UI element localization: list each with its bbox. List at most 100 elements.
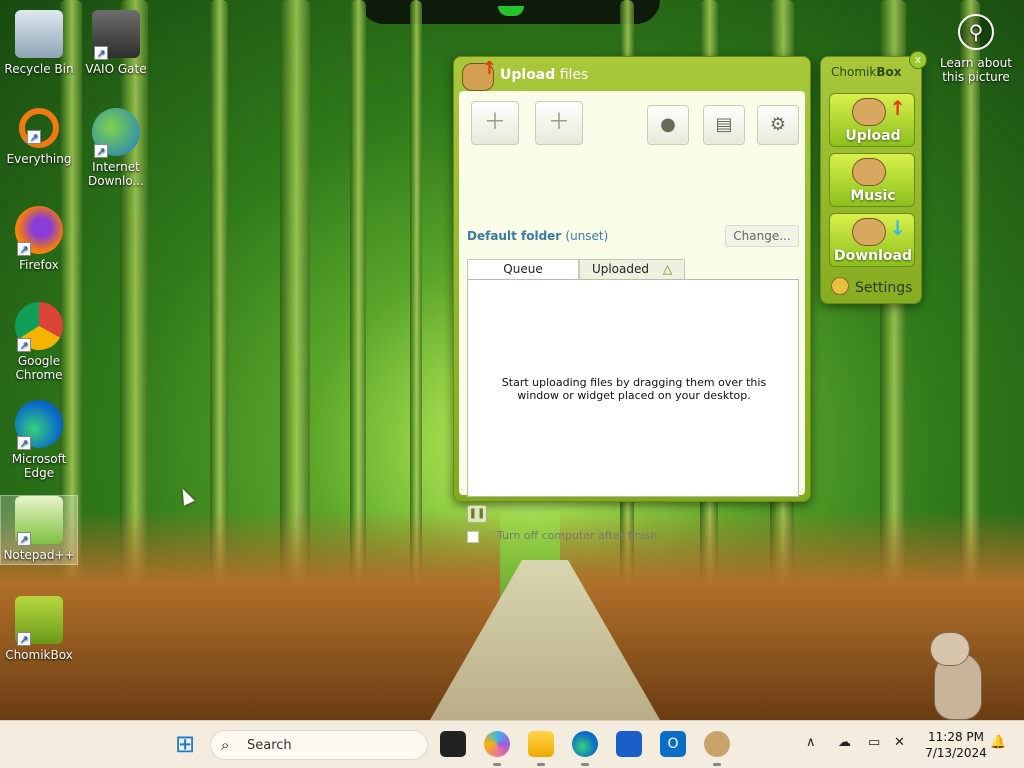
desktop-icon-label: Microsoft Edge [11,452,67,480]
taskbar-clock[interactable]: 11:28 PM 7/13/2024 [918,729,994,761]
chomikbox-logo-icon [462,58,497,91]
pause-button[interactable]: ❚❚ [467,505,487,523]
notifications-bell-icon[interactable]: 🔔 [990,735,1006,750]
chomikbox-widget[interactable]: ChomikBox x ↑ Upload Music ↓ Download Se… [820,51,927,304]
network-icon[interactable]: ▭ [868,735,880,750]
desktop-icon-internet-download-manager[interactable]: ↗ Internet Downlo... [78,108,154,188]
hamster-icon [852,98,886,126]
clipboard-add-icon: ▤ [715,114,733,135]
running-indicator [713,763,721,766]
widget-music-button[interactable]: Music [829,153,915,207]
desktop-icon-label: Internet Downlo... [88,160,144,188]
learn-about-label: Learn about this picture [940,56,1012,84]
change-folder-button[interactable]: Change... [725,225,799,247]
empty-queue-message: Start uploading files by dragging them o… [501,376,767,402]
shortcut-arrow-icon: ↗ [17,632,31,646]
chrome-icon: ↗ [15,302,63,352]
chomik-account-button[interactable]: ● [647,105,689,145]
desktop-icon-firefox[interactable]: ↗ Firefox [1,206,77,272]
shortcut-arrow-icon: ↗ [94,144,108,158]
widget-settings-button[interactable]: Settings [831,277,912,296]
triangle-down-icon: ▽ [485,529,494,542]
paste-add-button[interactable]: ▤ [703,105,745,145]
settings-button[interactable]: ⚙ [757,105,799,145]
default-folder-value: (unset) [565,229,609,243]
internet-download-manager-icon: ↗ [92,108,140,158]
file-explorer-icon[interactable] [528,731,554,757]
copilot-icon[interactable] [484,731,510,757]
add-folder-icon: ＋ [547,110,570,135]
upload-arrow-icon: ↑ [889,96,906,120]
desktop-icon-vaio-gate[interactable]: ↗ VAIO Gate [78,10,154,76]
shortcut-arrow-icon: ↗ [17,338,31,352]
shutdown-option-label: ▽ Turn off computer after finish [485,529,657,542]
desktop-icon-recycle-bin[interactable]: Recycle Bin [1,10,77,76]
tab-queue[interactable]: Queue [467,259,579,279]
learn-about-picture[interactable]: ⚲ Learn about this picture [934,10,1018,84]
desktop-icon-edge[interactable]: ↗ Microsoft Edge [1,400,77,480]
window-title-rest: files [555,67,589,83]
desktop-icon-everything[interactable]: ↗ Everything [1,108,77,166]
widget-music-label: Music [850,188,896,204]
onedrive-warning-icon[interactable]: ☁ [838,735,851,750]
shortcut-arrow-icon: ↗ [94,46,108,60]
add-file-icon: ＋ [483,110,506,135]
gear-icon: ⚙ [769,114,787,135]
default-folder-label: Default folder (unset) [467,229,608,243]
shortcut-arrow-icon: ↗ [17,532,31,546]
taskbar-search[interactable]: ⌕ Search [210,730,428,760]
chomikbox-taskbar-icon[interactable] [704,731,730,757]
recycle-bin-icon [15,10,63,58]
desktop-icon-label: Notepad++ [3,548,75,562]
outlook-icon[interactable]: O [660,731,686,757]
widget-upload-button[interactable]: ↑ Upload [829,93,915,147]
widget-upload-label: Upload [845,128,901,144]
download-arrow-icon: ↓ [889,216,906,240]
windows-start-icon[interactable]: ⊞ [172,731,198,757]
shutdown-checkbox[interactable] [467,531,479,543]
desktop-icon-label: Firefox [19,258,59,272]
taskbar: ⊞ ⌕ Search O ∧ ☁ ▭ ✕ 11:28 PM 7/13/2024 … [0,720,1024,768]
widget-title-prefix: Chomik [831,65,877,79]
desktop-icon-label: Google Chrome [15,354,63,382]
running-indicator [581,763,589,766]
show-hidden-icons-chevron-icon[interactable]: ∧ [806,735,816,750]
volume-muted-icon[interactable]: ✕ [894,735,905,750]
chomikbox-icon: ↗ [15,596,63,646]
window-title-bold: Upload [500,67,556,83]
shortcut-arrow-icon: ↗ [17,242,31,256]
window-title: Upload files [500,67,588,83]
desktop-icon-notepad-plus-plus[interactable]: ↗ Notepad++ [0,495,78,565]
clock-time: 11:28 PM [928,730,984,744]
upload-files-window[interactable]: Upload files ＋ ＋ ● ▤ ⚙ Default folder (u… [453,56,811,543]
widget-title-bold: Box [876,65,902,79]
hamster-head [930,632,970,666]
clock-date: 7/13/2024 [925,746,987,760]
hamster-headphones-icon [852,158,886,186]
task-view-icon[interactable] [440,731,466,757]
widget-download-button[interactable]: ↓ Download [829,213,915,267]
camera-info-icon: ⚲ [958,14,994,50]
shortcut-arrow-icon: ↗ [17,436,31,450]
edge-taskbar-icon[interactable] [572,731,598,757]
desktop-icon-label: ChomikBox [5,648,73,662]
microsoft-store-icon[interactable] [616,731,642,757]
widget-close-button[interactable]: x [909,51,927,69]
hamster-icon: ● [660,114,676,135]
desktop-icon-chomikbox[interactable]: ↗ ChomikBox [1,596,77,662]
add-folder-button[interactable]: ＋ [535,101,583,145]
vaio-gate-icon: ↗ [92,10,140,60]
firefox-icon: ↗ [15,206,63,256]
sort-triangle-icon: △ [662,262,673,276]
pause-icon: ❚❚ [468,508,486,519]
tab-uploaded[interactable]: Uploaded △ [579,259,685,279]
running-indicator [493,763,501,766]
add-file-button[interactable]: ＋ [471,101,519,145]
desktop-icon-chrome[interactable]: ↗ Google Chrome [1,302,77,382]
search-icon: ⌕ [221,736,230,754]
widget-title: ChomikBox [831,65,901,79]
upload-queue-list[interactable]: Start uploading files by dragging them o… [467,279,799,497]
widget-download-label: Download [833,248,913,264]
hamster-mascot[interactable] [926,632,986,720]
shortcut-arrow-icon: ↗ [27,130,41,144]
